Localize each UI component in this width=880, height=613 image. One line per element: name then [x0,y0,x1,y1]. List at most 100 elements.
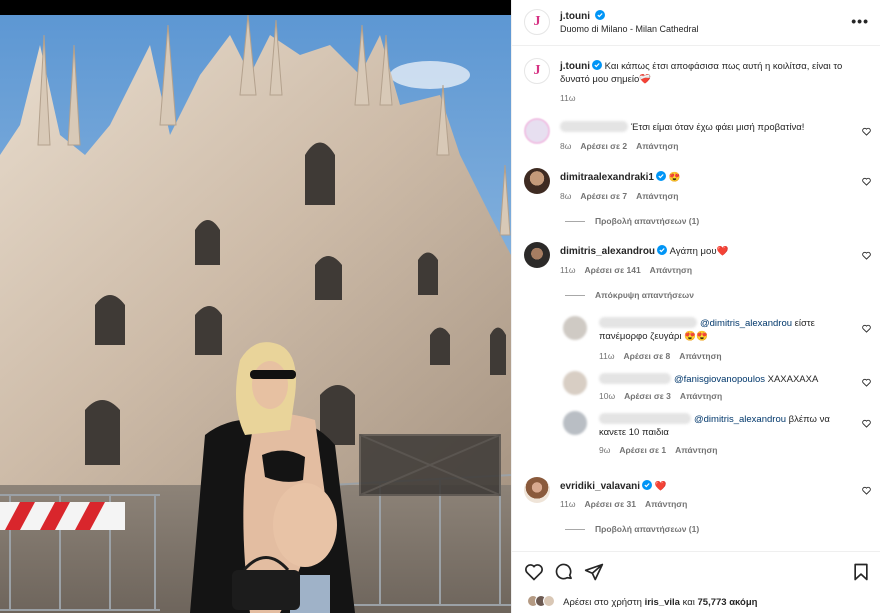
post-photo[interactable] [0,15,511,613]
post-side-panel: J j.touni Duomo di Milano - Milan Cathed… [511,0,880,613]
post-location[interactable]: Duomo di Milano - Milan Cathedral [560,24,699,34]
heart-icon[interactable] [862,251,871,260]
blurred-username [599,413,691,424]
comment-meta: 11ω Αρέσει σε 141 Απάντηση [560,265,701,275]
comment-likes[interactable]: Αρέσει σε 2 [580,141,627,151]
comment-text: dimitris_alexandrou Αγάπη μου❤️ [560,245,860,258]
likes-and: και [682,597,695,608]
comment-username[interactable]: evridiki_valavani [560,481,640,492]
blurred-username [599,317,697,328]
caption-avatar[interactable]: J [524,58,550,84]
comment-icon[interactable] [554,562,574,582]
heart-icon[interactable] [862,177,871,186]
red-heart-emoji: ❤️ [716,246,729,257]
reply-button[interactable]: Απάντηση [650,265,692,275]
caption-body: Και κάπως έτσι αποφάσισα πως αυτή η κοιλ… [560,61,843,85]
comment-time: 11ω [560,499,576,509]
reply-body: ΧΑΧΑΧΑΧΑ [767,374,819,385]
replier-avatar[interactable] [563,371,587,395]
avatar-letter: J [533,14,541,29]
reply-meta: 11ω Αρέσει σε 8 Απάντηση [599,351,731,361]
comment-text: Έτσι είμαι όταν έχω φάει μισή προβατίνα! [560,121,860,134]
replier-avatar[interactable] [563,411,587,435]
comment-meta: 8ω Αρέσει σε 2 Απάντηση [560,141,687,151]
hide-replies-button[interactable]: Απόκρυψη απαντήσεων [565,290,694,300]
reply-text: @dimitris_alexandrou είστε πανέμορφο ζευ… [599,317,854,343]
verified-icon [657,245,668,255]
comment-likes[interactable]: Αρέσει σε 31 [584,499,635,509]
comment-likes[interactable]: Αρέσει σε 7 [580,191,627,201]
replier-avatar[interactable] [563,316,587,340]
caption-meta: 11ω [560,93,584,103]
blurred-username [560,121,628,132]
reply-button[interactable]: Απάντηση [636,141,678,151]
heart-icon[interactable] [862,127,871,136]
reply-mention[interactable]: @fanisgiovanopoulos [674,374,765,385]
mending-heart-emoji: ❤️‍🩹 [639,74,652,85]
comment-meta: 8ω Αρέσει σε 7 Απάντηση [560,191,687,201]
bookmark-icon[interactable] [851,562,871,582]
verified-icon [642,480,653,490]
reply-text: @dimitris_alexandrou βλέπω να κανετε 10 … [599,413,854,439]
heart-icon[interactable] [862,378,871,387]
comment-time: 8ω [560,141,572,151]
comment-text: evridiki_valavani ❤️ [560,480,860,493]
verified-icon [655,171,666,181]
heart-icon[interactable] [862,419,871,428]
reply-button[interactable]: Απάντηση [675,445,717,455]
likes-count[interactable]: 75,773 ακόμη [698,597,758,608]
likes-prefix: Αρέσει στο χρήστη [563,597,642,608]
commenter-avatar[interactable] [524,118,550,144]
comment-meta: 11ω Αρέσει σε 31 Απάντηση [560,499,696,509]
avatar-letter: J [533,63,541,78]
reply-time: 9ω [599,445,611,455]
cathedral-photo-illustration [0,15,511,613]
comment-username[interactable]: dimitraalexandraki1 [560,172,654,183]
commenter-avatar[interactable] [524,477,550,503]
share-icon[interactable] [584,562,604,582]
caption-time: 11ω [560,93,576,103]
reply-mention[interactable]: @dimitris_alexandrou [694,414,786,425]
reply-button[interactable]: Απάντηση [636,191,678,201]
verified-icon [594,10,605,20]
view-replies-button[interactable]: Προβολή απαντήσεων (1) [565,524,699,534]
comment-text: dimitraalexandraki1 😍 [560,171,860,184]
heart-icon[interactable] [524,562,544,582]
heart-icon[interactable] [862,486,871,495]
reply-button[interactable]: Απάντηση [645,499,687,509]
comment-body: 😍 [668,172,681,183]
caption-username[interactable]: j.touni [560,61,590,72]
comment-body: Αγάπη μου [669,246,717,257]
reply-likes[interactable]: Αρέσει σε 8 [623,351,670,361]
comment-time: 8ω [560,191,572,201]
comment-body: Έτσι είμαι όταν έχω φάει μισή προβατίνα! [631,122,805,133]
author-username[interactable]: j.touni [560,11,590,22]
commenter-avatar[interactable] [524,242,550,268]
verified-icon [592,60,602,70]
post-actions-bar: Αρέσει στο χρήστη iris_vila και 75,773 α… [512,551,880,613]
heart-icon[interactable] [862,324,871,333]
reply-button[interactable]: Απάντηση [679,351,721,361]
reply-meta: 10ω Αρέσει σε 3 Απάντηση [599,391,731,401]
comment-username[interactable]: dimitris_alexandrou [560,246,655,257]
reply-text: @fanisgiovanopoulos ΧΑΧΑΧΑΧΑ [599,373,854,386]
comment-time: 11ω [560,265,576,275]
red-heart-emoji: ❤️ [654,481,667,492]
reply-meta: 9ω Αρέσει σε 1 Απάντηση [599,445,726,455]
likes-summary: Αρέσει στο χρήστη iris_vila και 75,773 α… [527,595,757,608]
liker-username[interactable]: iris_vila [645,597,680,608]
post-header: J j.touni Duomo di Milano - Milan Cathed… [512,0,880,46]
commenter-avatar[interactable] [524,168,550,194]
comment-likes[interactable]: Αρέσει σε 141 [584,265,640,275]
author-avatar[interactable]: J [524,9,550,35]
liker-avatar [543,595,555,607]
caption-text: j.touni Και κάπως έτσι αποφάσισα πως αυτ… [560,60,860,86]
more-icon[interactable]: ••• [851,13,869,29]
reply-mention[interactable]: @dimitris_alexandrou [700,318,792,329]
blurred-username [599,373,671,384]
reply-time: 11ω [599,351,615,361]
view-replies-button[interactable]: Προβολή απαντήσεων (1) [565,216,699,226]
reply-likes[interactable]: Αρέσει σε 3 [624,391,671,401]
reply-likes[interactable]: Αρέσει σε 1 [619,445,666,455]
reply-button[interactable]: Απάντηση [680,391,722,401]
